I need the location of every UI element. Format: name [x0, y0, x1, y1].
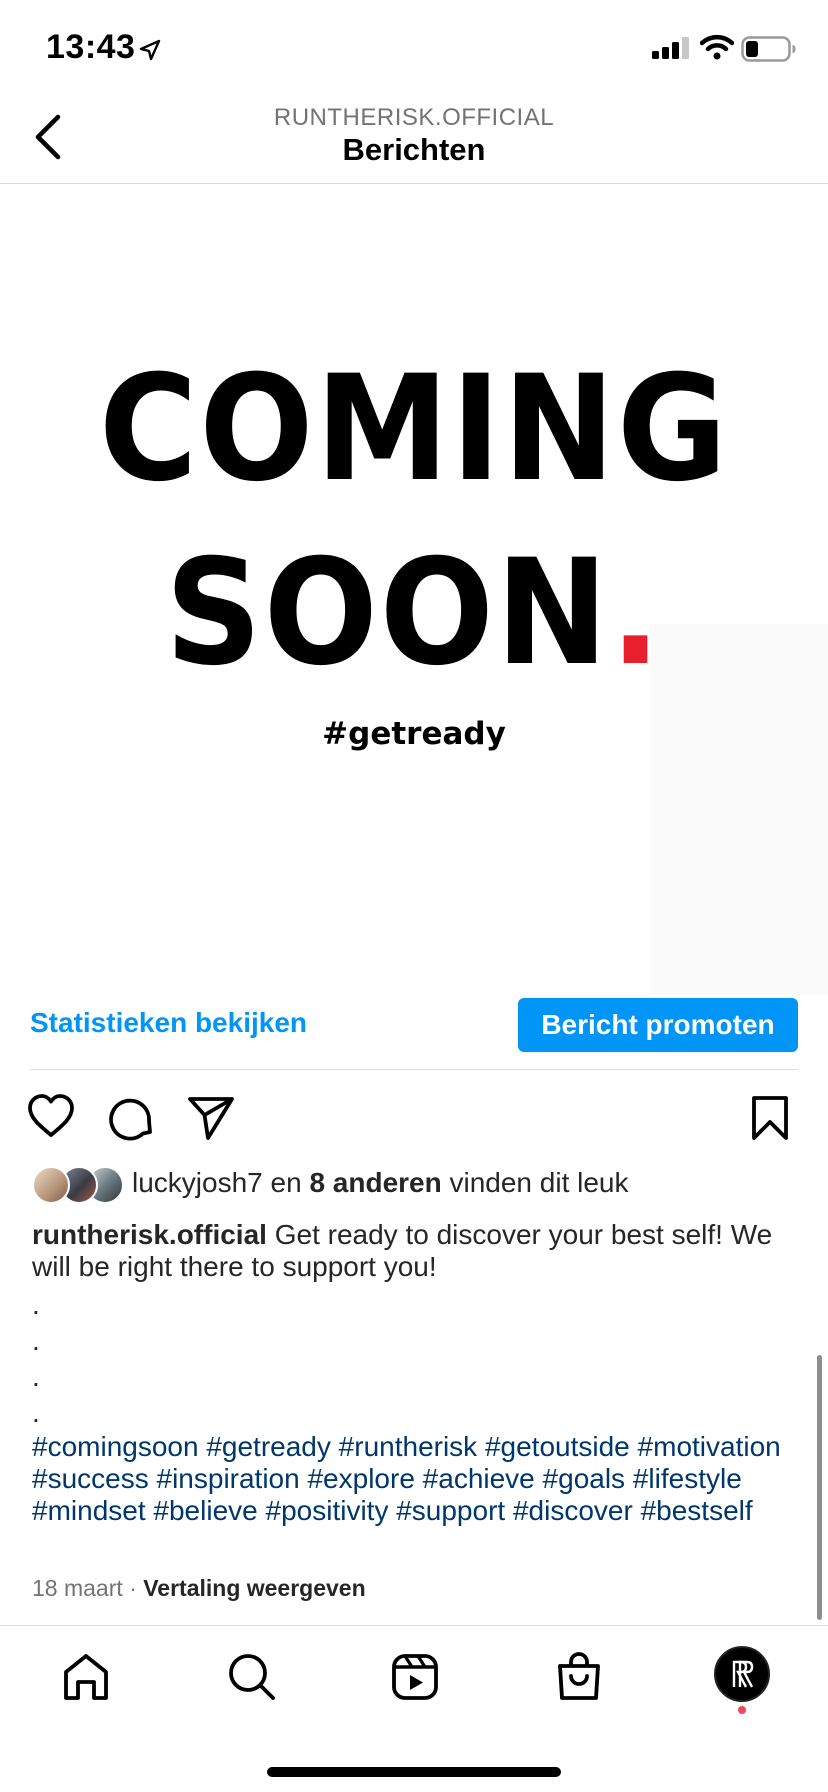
- reels-icon[interactable]: [390, 1652, 440, 1702]
- red-dot: .: [610, 528, 663, 698]
- location-arrow-icon: [139, 39, 161, 61]
- profile-logo-icon: [732, 1660, 754, 1688]
- hashtag-link[interactable]: #mindset: [32, 1495, 146, 1526]
- image-hashtag: #getready: [322, 716, 506, 752]
- hashtag-link[interactable]: #goals: [543, 1463, 626, 1494]
- wifi-icon: [700, 34, 734, 60]
- actions-divider: [30, 1069, 798, 1070]
- profile-avatar-tab[interactable]: [714, 1646, 770, 1702]
- home-icon[interactable]: [60, 1652, 112, 1702]
- hashtag-link[interactable]: #runtherisk: [339, 1431, 478, 1462]
- status-time: 13:43: [46, 28, 136, 66]
- hashtag-link[interactable]: #success: [32, 1463, 149, 1494]
- likes-connector: en: [262, 1167, 310, 1198]
- hashtag-link[interactable]: #explore: [307, 1463, 414, 1494]
- hashtag-link[interactable]: #getready: [206, 1431, 331, 1462]
- home-indicator[interactable]: [267, 1767, 561, 1777]
- view-insights-link[interactable]: Statistieken bekijken: [30, 1007, 307, 1039]
- caption-hashtags: #comingsoon #getready #runtherisk #getou…: [32, 1431, 802, 1527]
- liker-username[interactable]: luckyjosh7: [132, 1167, 263, 1198]
- shop-bag-icon[interactable]: [554, 1650, 604, 1702]
- likes-summary[interactable]: luckyjosh7 en 8 anderen vinden dit leuk: [132, 1167, 629, 1199]
- meta-separator: ·: [129, 1575, 137, 1601]
- soon-line: SOON.: [33, 528, 795, 698]
- coming-text: COMING: [98, 344, 730, 514]
- page-title: Berichten: [342, 132, 486, 167]
- hashtag-link[interactable]: #getoutside: [485, 1431, 630, 1462]
- caption-username[interactable]: runtherisk.official: [32, 1219, 267, 1250]
- hashtag-link[interactable]: #achieve: [423, 1463, 535, 1494]
- post-meta: 18 maart · Vertaling weergeven: [32, 1575, 366, 1602]
- soon-text: SOON: [165, 528, 611, 698]
- account-name: RUNTHERISK.OFFICIAL: [273, 104, 555, 131]
- battery-icon: [741, 36, 796, 62]
- post-image[interactable]: COMING SOON. #getready: [0, 184, 828, 994]
- cellular-signal-icon: [652, 37, 689, 59]
- hashtag-link[interactable]: #positivity: [266, 1495, 389, 1526]
- hashtag-link[interactable]: #motivation: [638, 1431, 781, 1462]
- hashtag-link[interactable]: #discover: [513, 1495, 633, 1526]
- bookmark-icon[interactable]: [748, 1094, 792, 1142]
- hashtag-link[interactable]: #bestself: [641, 1495, 753, 1526]
- comment-icon[interactable]: [108, 1094, 156, 1142]
- hashtag-link[interactable]: #support: [396, 1495, 505, 1526]
- caption-dot: .: [32, 1325, 40, 1356]
- post-caption: runtherisk.official Get ready to discove…: [32, 1219, 802, 1431]
- heart-icon[interactable]: [26, 1092, 76, 1140]
- caption-dot: .: [32, 1361, 40, 1392]
- hashtag-link[interactable]: #inspiration: [157, 1463, 300, 1494]
- share-paper-plane-icon[interactable]: [186, 1094, 236, 1142]
- likes-suffix: vinden dit leuk: [441, 1167, 629, 1198]
- caption-dot: .: [32, 1397, 40, 1428]
- hashtag-link[interactable]: #lifestyle: [633, 1463, 742, 1494]
- search-icon[interactable]: [226, 1652, 278, 1702]
- hashtag-link[interactable]: #comingsoon: [32, 1431, 199, 1462]
- liker-avatar[interactable]: [32, 1166, 70, 1204]
- scrollbar[interactable]: [817, 1355, 822, 1620]
- promote-post-button[interactable]: Bericht promoten: [518, 998, 798, 1052]
- post-date: 18 maart: [32, 1575, 123, 1601]
- caption-dot: .: [32, 1289, 40, 1320]
- show-translation-link[interactable]: Vertaling weergeven: [143, 1575, 365, 1601]
- hashtag-link[interactable]: #believe: [153, 1495, 257, 1526]
- notification-dot: [738, 1706, 746, 1714]
- tabbar-divider: [0, 1625, 828, 1626]
- likes-others-link[interactable]: 8 anderen: [309, 1167, 441, 1198]
